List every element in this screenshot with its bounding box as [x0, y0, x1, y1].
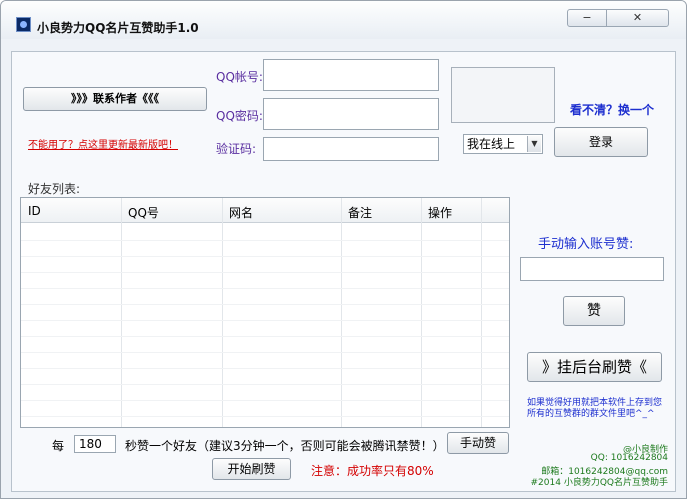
table-row-divider — [21, 304, 509, 305]
minimize-button[interactable]: − — [567, 9, 607, 27]
column-header-remark[interactable]: 备注 — [348, 204, 372, 221]
footer-qq: QQ: 1016242804 — [590, 453, 668, 463]
table-row-divider — [21, 368, 509, 369]
table-row-divider — [21, 288, 509, 289]
app-icon — [16, 17, 31, 32]
column-nickname: 网名 — [223, 198, 342, 427]
contact-author-button[interactable]: 》》》联系作者《《《 — [23, 87, 207, 111]
interval-suffix: 秒赞一个好友（建议3分钟一个，否则可能会被腾讯禁赞！） — [125, 439, 445, 453]
footer-copyright: #2014 小良势力QQ名片互赞助手 — [530, 478, 668, 488]
table-row-divider — [21, 272, 509, 273]
app-window: 小良势力QQ名片互赞助手1.0 − ✕ 》》》联系作者《《《 不能用了？点这里更… — [0, 0, 687, 499]
title-bar[interactable]: 小良势力QQ名片互赞助手1.0 − ✕ — [1, 1, 686, 39]
close-button[interactable]: ✕ — [606, 9, 669, 27]
manual-account-input[interactable] — [520, 257, 664, 281]
window-title: 小良势力QQ名片互赞助手1.0 — [37, 21, 199, 35]
column-id: ID — [21, 198, 122, 427]
column-remark: 备注 — [342, 198, 422, 427]
qq-password-input[interactable] — [263, 98, 439, 130]
captcha-input[interactable] — [263, 137, 439, 161]
login-button[interactable]: 登录 — [554, 127, 648, 157]
friend-list-table[interactable]: ID QQ号 网名 备注 操作 — [20, 197, 510, 428]
column-header-qq[interactable]: QQ号 — [128, 204, 159, 221]
captcha-image[interactable] — [451, 67, 555, 123]
chevron-down-icon[interactable]: ▼ — [527, 136, 541, 152]
share-note: 如果觉得好用就把本软件上存到您所有的互赞群的群文件里吧^_^ — [527, 398, 663, 419]
column-header-id[interactable]: ID — [28, 204, 41, 218]
background-like-button[interactable]: 》挂后台刷赞《 — [527, 352, 662, 382]
table-row-divider — [21, 240, 509, 241]
update-link[interactable]: 不能用了？点这里更新最新版吧！ — [28, 136, 178, 151]
like-button[interactable]: 赞 — [563, 296, 625, 326]
online-status-select[interactable]: 我在线上 ▼ — [463, 134, 543, 154]
table-row-divider — [21, 384, 509, 385]
column-action: 操作 — [422, 198, 482, 427]
captcha-label: 验证码: — [216, 142, 257, 156]
table-row-divider — [21, 400, 509, 401]
table-row-divider — [21, 352, 509, 353]
table-row-divider — [21, 320, 509, 321]
qq-account-label: QQ帐号: — [216, 70, 263, 84]
success-rate-notice: 注意：成功率只有80% — [311, 464, 434, 478]
qq-password-label: QQ密码: — [216, 109, 263, 123]
qq-account-input[interactable] — [263, 59, 439, 91]
captcha-refresh-link[interactable]: 看不清？换一个 — [570, 101, 654, 118]
manual-like-label: 手动输入账号赞: — [538, 237, 634, 252]
column-header-action[interactable]: 操作 — [428, 204, 452, 221]
table-row-divider — [21, 256, 509, 257]
online-status-value: 我在线上 — [467, 137, 516, 151]
manual-like-small-button[interactable]: 手动赞 — [447, 432, 509, 454]
interval-prefix: 每 — [52, 439, 65, 453]
start-like-button[interactable]: 开始刷赞 — [212, 458, 291, 480]
table-row-divider — [21, 416, 509, 417]
column-header-nickname[interactable]: 网名 — [229, 204, 253, 221]
interval-seconds-input[interactable]: 180 — [74, 435, 116, 453]
friend-list-label: 好友列表: — [28, 182, 81, 196]
table-row-divider — [21, 336, 509, 337]
column-qq: QQ号 — [122, 198, 223, 427]
